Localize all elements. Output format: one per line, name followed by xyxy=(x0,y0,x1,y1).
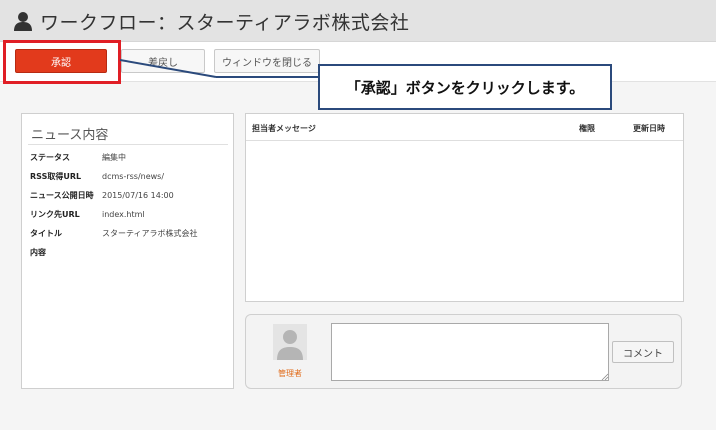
reject-button[interactable]: 差戻し xyxy=(121,49,205,73)
page-title: ワークフロー：スターティアラボ株式会社 xyxy=(40,12,410,34)
news-content-panel: ニュース内容 ステータス 編集中 RSS取得URL dcms-rss/news/… xyxy=(21,113,234,389)
field-row-rss-url: RSS取得URL dcms-rss/news/ xyxy=(30,169,164,183)
column-header-updated: 更新日時 xyxy=(633,124,665,133)
divider xyxy=(28,144,228,145)
field-label: 内容 xyxy=(30,247,46,257)
field-value: index.html xyxy=(102,209,145,219)
field-row-publish-date: ニュース公開日時 2015/07/16 14:00 xyxy=(30,188,174,202)
approve-highlight-frame xyxy=(3,40,121,84)
resize-handle-icon[interactable] xyxy=(601,373,609,381)
header-bar: ワークフロー：スターティアラボ株式会社 xyxy=(0,0,716,42)
avatar-user-name: 管理者 xyxy=(278,369,302,378)
field-row-title: タイトル スターティアラボ株式会社 xyxy=(30,226,198,240)
instruction-callout: 「承認」ボタンをクリックします。 xyxy=(318,64,612,110)
field-row-status: ステータス 編集中 xyxy=(30,150,126,164)
user-icon xyxy=(14,12,32,31)
field-value: スターティアラボ株式会社 xyxy=(102,228,198,238)
column-header-role: 権限 xyxy=(579,124,595,133)
field-value: dcms-rss/news/ xyxy=(102,171,165,181)
comment-panel: 管理者 コメント xyxy=(245,314,682,389)
field-label: タイトル xyxy=(30,228,62,238)
field-value: 編集中 xyxy=(102,152,126,162)
field-row-content: 内容 xyxy=(30,245,102,259)
field-label: ニュース公開日時 xyxy=(30,190,94,200)
field-label: ステータス xyxy=(30,152,70,162)
table-header: 担当者メッセージ 権限 更新日時 xyxy=(246,114,683,141)
comment-textarea[interactable] xyxy=(331,323,609,381)
field-label: RSS取得URL xyxy=(30,171,82,181)
column-header-message: 担当者メッセージ xyxy=(252,124,316,133)
field-value: 2015/07/16 14:00 xyxy=(102,190,174,200)
workflow-window: ワークフロー：スターティアラボ株式会社 承認 差戻し ウィンドウを閉じる 「承認… xyxy=(0,0,716,430)
comment-button[interactable]: コメント xyxy=(612,341,674,363)
avatar xyxy=(273,324,307,360)
message-table: 担当者メッセージ 権限 更新日時 xyxy=(245,113,684,302)
field-row-link-url: リンク先URL index.html xyxy=(30,207,145,221)
close-window-button[interactable]: ウィンドウを閉じる xyxy=(214,49,320,73)
news-panel-title: ニュース内容 xyxy=(31,128,109,143)
field-label: リンク先URL xyxy=(30,209,80,219)
